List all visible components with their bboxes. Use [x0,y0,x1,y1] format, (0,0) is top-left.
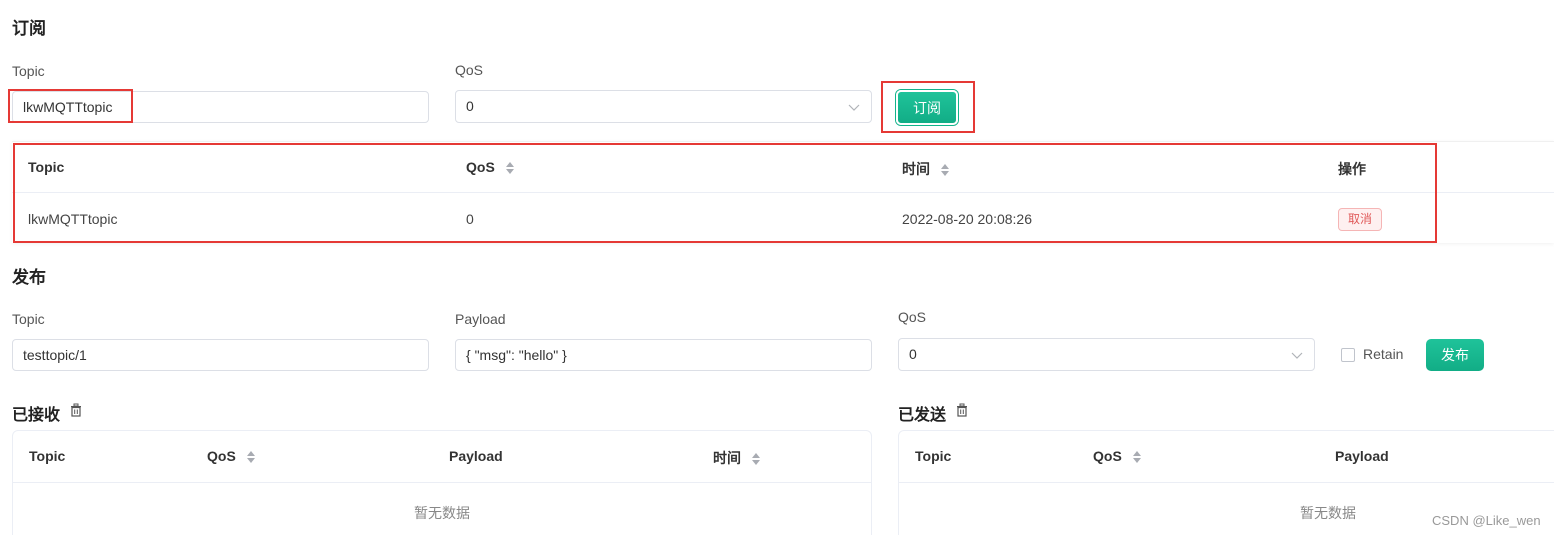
sort-icon[interactable] [1132,450,1142,464]
subscribe-section-title: 订阅 [12,19,46,38]
table-divider [13,482,871,483]
sort-icon[interactable] [246,450,256,464]
publish-payload-value: { "msg": "hello" } [466,347,567,363]
watermark: CSDN @Like_wen [1432,513,1541,528]
subscribe-qos-value: 0 [466,98,474,114]
sent-header-qos[interactable]: QoS [1093,448,1142,464]
sort-icon[interactable] [751,452,761,466]
publish-section-title: 发布 [12,268,46,287]
received-header-topic: Topic [29,448,66,464]
received-header-payload: Payload [449,448,503,464]
received-header-qos[interactable]: QoS [207,448,256,464]
sent-title: 已发送 [898,407,947,424]
highlight-box-table [13,143,1437,243]
publish-payload-input[interactable]: { "msg": "hello" } [455,339,872,371]
highlight-box-topic [8,89,133,123]
publish-qos-value: 0 [909,346,917,362]
received-header-time-label: 时间 [713,450,741,466]
publish-qos-select[interactable]: 0 [898,338,1315,371]
sent-empty-text: 暂无数据 [1300,505,1356,521]
received-header-time[interactable]: 时间 [713,448,761,468]
received-header-qos-label: QoS [207,448,236,464]
retain-label: Retain [1363,346,1404,362]
subscribe-qos-select[interactable]: 0 [455,90,872,123]
publish-button[interactable]: 发布 [1426,339,1484,371]
received-title: 已接收 [12,407,61,424]
publish-qos-label: QoS [898,309,927,325]
chevron-down-icon [848,104,860,111]
publish-topic-label: Topic [12,311,45,327]
chevron-down-icon [1291,352,1303,359]
sent-header-payload: Payload [1335,448,1389,464]
received-table: Topic QoS Payload 时间 暂无数据 [12,430,872,535]
received-empty-text: 暂无数据 [414,505,470,521]
subscribe-button[interactable]: 订阅 [896,90,958,125]
trash-icon[interactable] [955,403,969,417]
table-divider [899,482,1554,483]
subscribe-topic-label: Topic [12,63,45,79]
subscribe-qos-label: QoS [455,62,484,78]
sent-header-qos-label: QoS [1093,448,1122,464]
trash-icon[interactable] [69,403,83,417]
retain-checkbox[interactable] [1341,348,1355,362]
sent-header-topic: Topic [915,448,952,464]
publish-topic-value: testtopic/1 [23,347,87,363]
publish-payload-label: Payload [455,311,506,327]
publish-topic-input[interactable]: testtopic/1 [12,339,429,371]
